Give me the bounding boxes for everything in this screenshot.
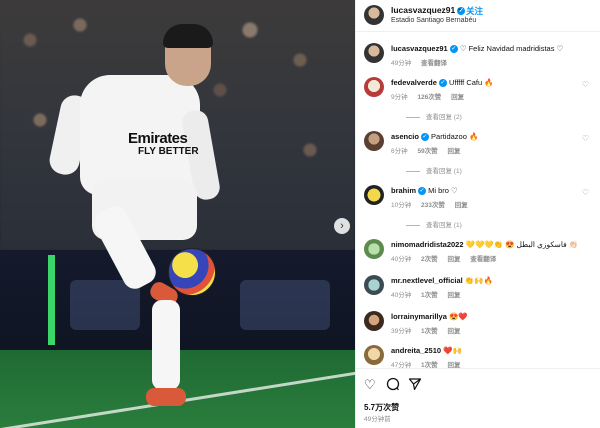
reply-button[interactable]: 回复 xyxy=(451,94,464,101)
jersey-sponsor: Emirates xyxy=(128,130,188,147)
comment-username[interactable]: nimomadridista2022 xyxy=(391,240,464,249)
view-replies-link[interactable]: 查看回复 (2) xyxy=(406,111,462,121)
comment-item: fedevalverde ✓ Ufffff Cafu 🔥 9分钟 126次赞 回复… xyxy=(356,74,600,121)
avatar[interactable] xyxy=(364,43,384,63)
comment-text: 💛💛💛👏 😍 فاسكوزي البطل 👏🏻 xyxy=(465,240,579,249)
see-translation-link[interactable]: 查看翻译 xyxy=(470,256,496,263)
post-location[interactable]: Estadio Santiago Bernabéu xyxy=(391,17,476,24)
comment-likes[interactable]: 126次赞 xyxy=(417,94,441,101)
player-leg xyxy=(152,300,180,390)
avatar[interactable] xyxy=(364,345,384,365)
see-translation-link[interactable]: 查看翻译 xyxy=(421,60,447,67)
comment-item: nimomadridista2022 💛💛💛👏 😍 فاسكوزي البطل … xyxy=(356,236,600,266)
verified-icon: ✓ xyxy=(438,79,447,88)
comment-username[interactable]: asencio xyxy=(391,132,419,141)
next-image-button[interactable]: › xyxy=(334,218,350,234)
comment-time: 49分钟 xyxy=(391,60,412,67)
comment-item: asencio ✓ Partidazoo 🔥 6分钟 59次赞 回复 ♡ 查看回复… xyxy=(356,128,600,175)
comment-likes[interactable]: 1次赞 xyxy=(421,292,438,299)
comment-text: 😍❤️ xyxy=(448,312,468,321)
comments-panel: lucasvazquez91 ✓ • 关注 Estadio Santiago Be… xyxy=(355,0,600,428)
comment-item: lorrainymarillya 😍❤️ 39分钟 1次赞 回复 xyxy=(356,308,600,338)
post-photo: Emirates FLY BETTER › xyxy=(0,0,355,428)
avatar[interactable] xyxy=(364,5,384,25)
comment-text: Mi bro ♡ xyxy=(428,186,458,195)
follow-button[interactable]: 关注 xyxy=(466,5,483,17)
comment-text: 👏🙌🔥 xyxy=(464,276,493,285)
comment-time: 9分钟 xyxy=(391,94,408,101)
comment-time: 6分钟 xyxy=(391,148,408,155)
comment-time: 10分钟 xyxy=(391,202,412,209)
comment-likes[interactable]: 59次赞 xyxy=(417,148,437,155)
comment-likes[interactable]: 2次赞 xyxy=(421,256,438,263)
avatar[interactable] xyxy=(364,77,384,97)
comment-time: 40分钟 xyxy=(391,292,412,299)
comment-likes[interactable]: 233次赞 xyxy=(421,202,445,209)
view-replies-link[interactable]: 查看回复 (1) xyxy=(406,219,462,229)
comment-text: Ufffff Cafu 🔥 xyxy=(448,78,494,87)
like-comment-icon[interactable]: ♡ xyxy=(582,134,589,143)
comment-likes[interactable]: 1次赞 xyxy=(421,328,438,335)
verified-icon: ✓ xyxy=(449,45,458,54)
comment-username[interactable]: andreita_2510 xyxy=(391,346,441,355)
comment-username[interactable]: mr.nextlevel_official xyxy=(391,276,463,285)
avatar[interactable] xyxy=(364,239,384,259)
post-actions: ♡ 5.7万次赞 49分钟前 xyxy=(356,368,600,428)
like-comment-icon[interactable]: ♡ xyxy=(582,188,589,197)
reply-button[interactable]: 回复 xyxy=(447,148,460,155)
post-header: lucasvazquez91 ✓ • 关注 Estadio Santiago Be… xyxy=(356,0,600,32)
board-accent xyxy=(48,255,55,345)
player-hair xyxy=(163,24,213,48)
player-boot xyxy=(146,388,186,406)
comment-text: ❤️🙌 xyxy=(443,346,462,355)
comment-item: mr.nextlevel_official 👏🙌🔥 40分钟 1次赞 回复 xyxy=(356,272,600,302)
view-replies-link[interactable]: 查看回复 (1) xyxy=(406,165,462,175)
share-icon[interactable] xyxy=(408,377,422,394)
comment-time: 39分钟 xyxy=(391,328,412,335)
comment-item: brahim ✓ Mi bro ♡ 10分钟 233次赞 回复 ♡ 查看回复 (1… xyxy=(356,182,600,229)
separator-dot: • xyxy=(458,4,461,14)
reply-button[interactable]: 回复 xyxy=(447,328,460,335)
comment-time: 40分钟 xyxy=(391,256,412,263)
post-username[interactable]: lucasvazquez91 xyxy=(391,5,455,15)
comment-username[interactable]: lorrainymarillya xyxy=(391,312,447,321)
jersey-sponsor-tagline: FLY BETTER xyxy=(138,146,199,157)
comment-item: lucasvazquez91 ✓ ♡ Feliz Navidad madridis… xyxy=(356,40,600,70)
comment-username[interactable]: lucasvazquez91 xyxy=(391,44,448,53)
comment-text: Partidazoo 🔥 xyxy=(431,132,479,141)
verified-icon: ✓ xyxy=(418,187,427,196)
verified-icon: ✓ xyxy=(420,133,429,142)
comment-text: ♡ Feliz Navidad madridistas ♡ xyxy=(459,44,564,53)
like-icon[interactable]: ♡ xyxy=(364,377,376,393)
avatar[interactable] xyxy=(364,275,384,295)
avatar[interactable] xyxy=(364,185,384,205)
post-likes-count[interactable]: 5.7万次赞 xyxy=(364,402,399,413)
reply-button[interactable]: 回复 xyxy=(447,292,460,299)
avatar[interactable] xyxy=(364,131,384,151)
avatar[interactable] xyxy=(364,311,384,331)
comment-icon[interactable] xyxy=(386,377,400,394)
post-time: 49分钟前 xyxy=(364,416,391,423)
reply-button[interactable]: 回复 xyxy=(447,256,460,263)
like-comment-icon[interactable]: ♡ xyxy=(582,80,589,89)
football xyxy=(168,248,216,296)
comment-username[interactable]: fedevalverde xyxy=(391,78,437,87)
reply-button[interactable]: 回复 xyxy=(455,202,468,209)
comment-username[interactable]: brahim xyxy=(391,186,416,195)
